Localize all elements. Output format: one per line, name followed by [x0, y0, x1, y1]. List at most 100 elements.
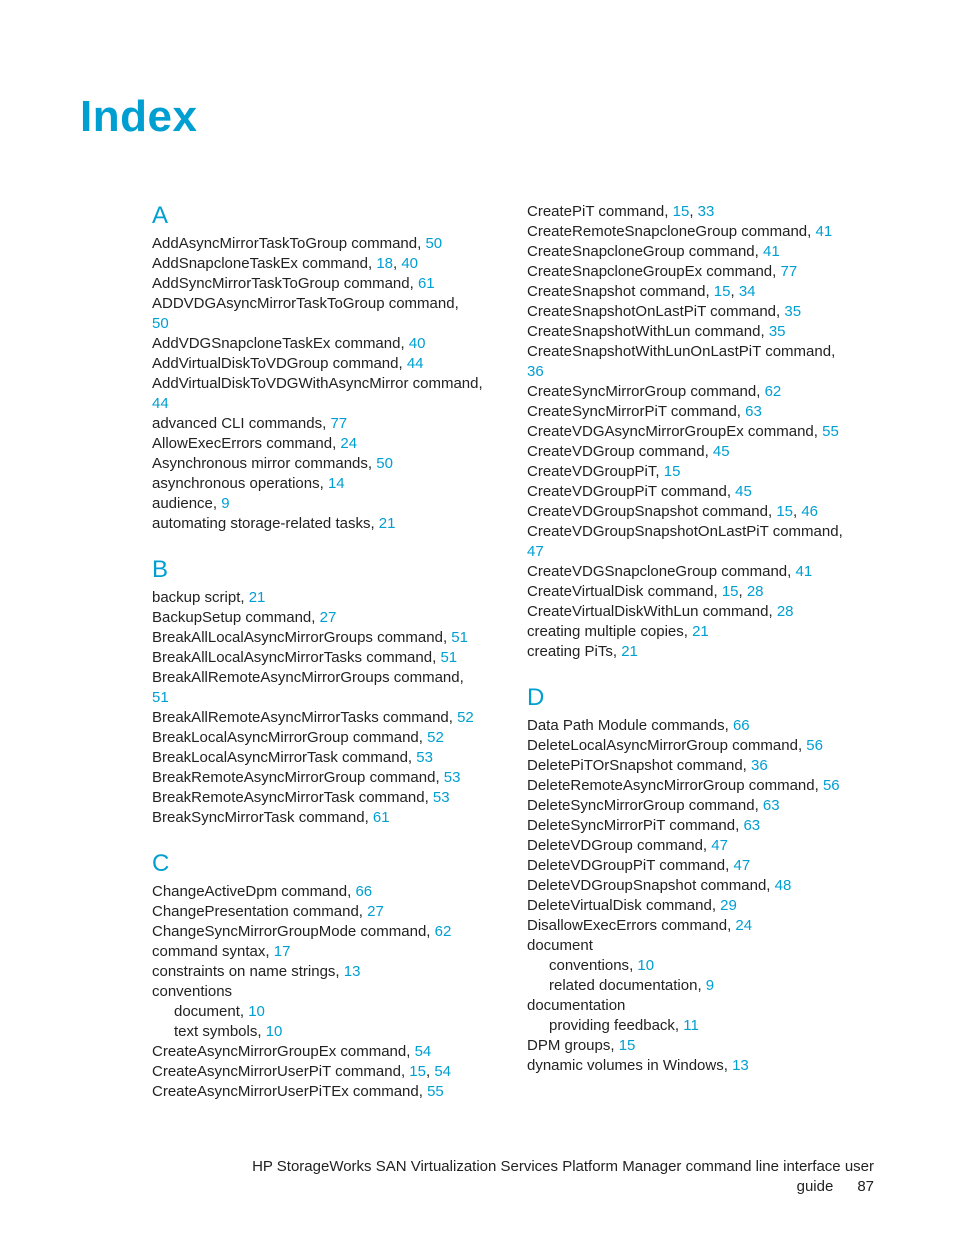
- page-reference[interactable]: 36: [527, 363, 544, 380]
- page-reference[interactable]: 63: [743, 817, 760, 834]
- page-reference[interactable]: 10: [248, 1003, 265, 1020]
- page-title: Index: [80, 92, 874, 142]
- entry-text: ADDVDGAsyncMirrorTaskToGroup command: [152, 295, 455, 312]
- page-reference[interactable]: 55: [822, 423, 839, 440]
- page-reference[interactable]: 40: [401, 255, 418, 272]
- page-reference[interactable]: 47: [734, 857, 751, 874]
- page-reference[interactable]: 61: [418, 275, 435, 292]
- page-reference[interactable]: 48: [775, 877, 792, 894]
- page-reference[interactable]: 27: [367, 903, 384, 920]
- index-entry: CreatePiT command, 15, 33: [527, 202, 872, 222]
- entry-text: conventions: [152, 983, 232, 1000]
- index-entry: dynamic volumes in Windows, 13: [527, 1056, 872, 1076]
- page-reference[interactable]: 63: [745, 403, 762, 420]
- page-reference[interactable]: 29: [720, 897, 737, 914]
- page-reference[interactable]: 50: [376, 455, 393, 472]
- page-reference[interactable]: 45: [713, 443, 730, 460]
- page-reference[interactable]: 10: [266, 1023, 283, 1040]
- page-reference[interactable]: 52: [457, 709, 474, 726]
- page-reference[interactable]: 27: [320, 609, 337, 626]
- entry-text: ChangeActiveDpm command: [152, 883, 347, 900]
- footer-line-1: HP StorageWorks SAN Virtualization Servi…: [80, 1157, 874, 1177]
- page-reference[interactable]: 40: [409, 335, 426, 352]
- index-entry: BreakLocalAsyncMirrorGroup command, 52: [152, 728, 497, 748]
- page-reference[interactable]: 35: [784, 303, 801, 320]
- entry-text: CreateSnapcloneGroup command: [527, 243, 755, 260]
- page-reference[interactable]: 54: [434, 1063, 451, 1080]
- page-reference[interactable]: 51: [440, 649, 457, 666]
- page-reference[interactable]: 53: [433, 789, 450, 806]
- index-entry: creating PiTs, 21: [527, 642, 872, 662]
- page-reference[interactable]: 10: [637, 957, 654, 974]
- page-reference[interactable]: 9: [221, 495, 229, 512]
- page-reference[interactable]: 54: [415, 1043, 432, 1060]
- index-entry: DeletePiTOrSnapshot command, 36: [527, 756, 872, 776]
- page-reference[interactable]: 35: [769, 323, 786, 340]
- page-reference[interactable]: 34: [739, 283, 756, 300]
- page-reference[interactable]: 13: [732, 1057, 749, 1074]
- page-reference[interactable]: 63: [763, 797, 780, 814]
- page-reference[interactable]: 56: [823, 777, 840, 794]
- index-entry: conventions: [152, 982, 497, 1002]
- index-entry: CreateSnapshotWithLunOnLastPiT command,: [527, 342, 872, 362]
- page-reference[interactable]: 47: [711, 837, 728, 854]
- page-reference[interactable]: 41: [795, 563, 812, 580]
- page-reference[interactable]: 56: [806, 737, 823, 754]
- page-reference[interactable]: 21: [621, 643, 638, 660]
- page-reference[interactable]: 52: [427, 729, 444, 746]
- page-reference[interactable]: 77: [780, 263, 797, 280]
- page-reference[interactable]: 24: [340, 435, 357, 452]
- page-reference[interactable]: 62: [765, 383, 782, 400]
- page-reference[interactable]: 50: [152, 315, 169, 332]
- page-reference[interactable]: 14: [328, 475, 345, 492]
- page-reference[interactable]: 51: [451, 629, 468, 646]
- page-reference[interactable]: 28: [747, 583, 764, 600]
- index-entry: CreateSnapcloneGroupEx command, 77: [527, 262, 872, 282]
- page-reference[interactable]: 17: [274, 943, 291, 960]
- page-reference[interactable]: 36: [751, 757, 768, 774]
- page-reference[interactable]: 41: [816, 223, 833, 240]
- index-entry: CreateSnapshot command, 15, 34: [527, 282, 872, 302]
- page-reference[interactable]: 15: [714, 283, 731, 300]
- page-reference[interactable]: 13: [344, 963, 361, 980]
- page-reference[interactable]: 18: [376, 255, 393, 272]
- page-reference[interactable]: 33: [698, 203, 715, 220]
- page-reference[interactable]: 66: [733, 717, 750, 734]
- page-reference[interactable]: 45: [735, 483, 752, 500]
- page-reference[interactable]: 11: [683, 1017, 699, 1034]
- index-entry-continued: 36: [527, 362, 872, 382]
- page-footer: HP StorageWorks SAN Virtualization Servi…: [80, 1157, 874, 1197]
- entry-text: CreateVDGroupPiT command: [527, 483, 727, 500]
- page-reference[interactable]: 62: [435, 923, 452, 940]
- page-reference[interactable]: 55: [427, 1083, 444, 1100]
- page-reference[interactable]: 15: [664, 463, 681, 480]
- page-reference[interactable]: 21: [692, 623, 709, 640]
- index-entry: CreateSnapshotWithLun command, 35: [527, 322, 872, 342]
- page-reference[interactable]: 53: [416, 749, 433, 766]
- page-reference[interactable]: 41: [763, 243, 780, 260]
- page-reference[interactable]: 15: [722, 583, 739, 600]
- page-reference[interactable]: 46: [801, 503, 818, 520]
- entry-text: CreateVDGroupSnapshot command: [527, 503, 768, 520]
- page-reference[interactable]: 53: [444, 769, 461, 786]
- page-reference[interactable]: 15: [673, 203, 690, 220]
- page-reference[interactable]: 21: [249, 589, 266, 606]
- page-reference[interactable]: 51: [152, 689, 169, 706]
- index-entry: CreateVDGSnapcloneGroup command, 41: [527, 562, 872, 582]
- page-reference[interactable]: 77: [330, 415, 347, 432]
- page-reference[interactable]: 21: [379, 515, 396, 532]
- page-reference[interactable]: 50: [425, 235, 442, 252]
- page-reference[interactable]: 61: [373, 809, 390, 826]
- page-reference[interactable]: 9: [706, 977, 714, 994]
- page-reference[interactable]: 28: [777, 603, 794, 620]
- page-reference[interactable]: 44: [152, 395, 169, 412]
- page-reference[interactable]: 15: [409, 1063, 426, 1080]
- page-reference[interactable]: 15: [776, 503, 793, 520]
- page-reference[interactable]: 44: [407, 355, 424, 372]
- entry-text: documentation: [527, 997, 625, 1014]
- index-entry: DeleteSyncMirrorPiT command, 63: [527, 816, 872, 836]
- page-reference[interactable]: 15: [619, 1037, 636, 1054]
- page-reference[interactable]: 47: [527, 543, 544, 560]
- page-reference[interactable]: 24: [735, 917, 752, 934]
- page-reference[interactable]: 66: [355, 883, 372, 900]
